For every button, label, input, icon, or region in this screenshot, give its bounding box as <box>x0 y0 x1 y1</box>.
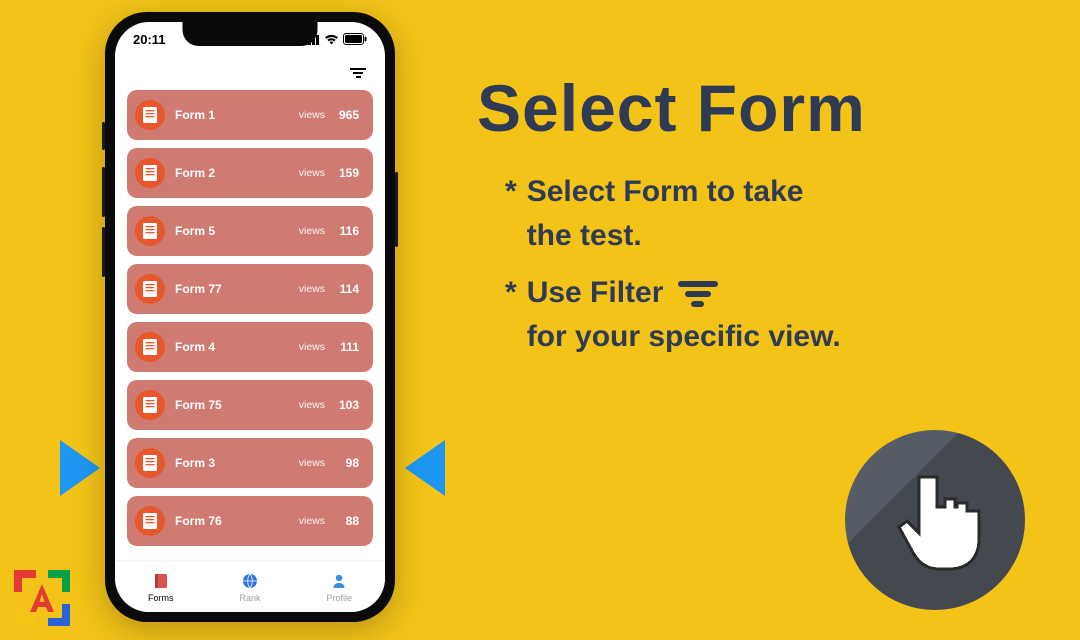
book-icon <box>135 158 165 188</box>
phone-mute-switch <box>102 122 105 150</box>
phone-notch <box>183 22 318 46</box>
phone-volume-up <box>102 167 105 217</box>
book-icon <box>135 332 165 362</box>
app-logo <box>10 566 74 630</box>
form-item[interactable]: Form 5 views 116 <box>127 206 373 256</box>
bullet-text: the test. <box>527 219 642 252</box>
views-label: views <box>299 225 325 237</box>
bullet-text: Select Form to take <box>527 175 804 208</box>
views-label: views <box>299 109 325 121</box>
filter-icon[interactable] <box>349 68 367 78</box>
form-title: Form 76 <box>175 514 299 528</box>
form-item[interactable]: Form 4 views 111 <box>127 322 373 372</box>
bullet-item: * Select Form to take the test. <box>505 170 841 257</box>
bullet-text: Use Filter <box>527 276 664 309</box>
form-item[interactable]: Form 3 views 98 <box>127 438 373 488</box>
views-count: 98 <box>335 456 359 470</box>
views-label: views <box>299 399 325 411</box>
form-title: Form 5 <box>175 224 299 238</box>
phone-screen: 20:11 Form <box>115 22 385 612</box>
form-title: Form 3 <box>175 456 299 470</box>
book-icon <box>135 100 165 130</box>
status-time: 20:11 <box>133 32 166 47</box>
views-count: 965 <box>335 108 359 122</box>
form-title: Form 77 <box>175 282 299 296</box>
views-count: 116 <box>335 224 359 238</box>
book-icon <box>135 448 165 478</box>
book-icon <box>135 216 165 246</box>
nav-label: Forms <box>148 593 174 603</box>
book-icon <box>135 506 165 536</box>
nav-profile[interactable]: Profile <box>326 571 352 603</box>
pointer-arrow-left <box>60 440 100 496</box>
views-label: views <box>299 341 325 353</box>
book-icon <box>135 274 165 304</box>
views-label: views <box>299 515 325 527</box>
form-item[interactable]: Form 76 views 88 <box>127 496 373 546</box>
bottom-nav: Forms Rank Profile <box>115 560 385 612</box>
book-icon <box>151 571 171 591</box>
filter-icon <box>678 281 718 307</box>
form-title: Form 4 <box>175 340 299 354</box>
nav-label: Rank <box>239 593 260 603</box>
globe-icon <box>240 571 260 591</box>
nav-forms[interactable]: Forms <box>148 571 174 603</box>
views-count: 88 <box>335 514 359 528</box>
wifi-icon <box>324 34 339 45</box>
asterisk-icon: * <box>505 170 517 257</box>
views-label: views <box>299 283 325 295</box>
bullet-list: * Select Form to take the test. * Use Fi… <box>505 170 841 372</box>
views-count: 111 <box>335 340 359 354</box>
headline: Select Form <box>477 70 866 146</box>
form-item[interactable]: Form 75 views 103 <box>127 380 373 430</box>
form-title: Form 75 <box>175 398 299 412</box>
hand-cursor-icon <box>889 465 981 575</box>
form-item[interactable]: Form 77 views 114 <box>127 264 373 314</box>
form-title: Form 2 <box>175 166 299 180</box>
views-label: views <box>299 457 325 469</box>
nav-rank[interactable]: Rank <box>239 571 260 603</box>
profile-icon <box>329 571 349 591</box>
form-list: Form 1 views 965 Form 2 views 159 Form 5… <box>115 90 385 560</box>
form-item[interactable]: Form 2 views 159 <box>127 148 373 198</box>
nav-label: Profile <box>326 593 352 603</box>
views-count: 103 <box>335 398 359 412</box>
battery-icon <box>343 33 367 45</box>
pointer-arrow-right <box>405 440 445 496</box>
phone-volume-down <box>102 227 105 277</box>
views-label: views <box>299 167 325 179</box>
views-count: 114 <box>335 282 359 296</box>
form-item[interactable]: Form 1 views 965 <box>127 90 373 140</box>
views-count: 159 <box>335 166 359 180</box>
phone-mockup: 20:11 Form <box>105 12 395 622</box>
phone-power-button <box>395 172 398 247</box>
bullet-item: * Use Filter for your specific view. <box>505 271 841 358</box>
asterisk-icon: * <box>505 271 517 358</box>
tap-cursor-badge <box>845 430 1025 610</box>
bullet-text: for your specific view. <box>527 320 841 353</box>
app-header <box>115 56 385 90</box>
book-icon <box>135 390 165 420</box>
form-title: Form 1 <box>175 108 299 122</box>
